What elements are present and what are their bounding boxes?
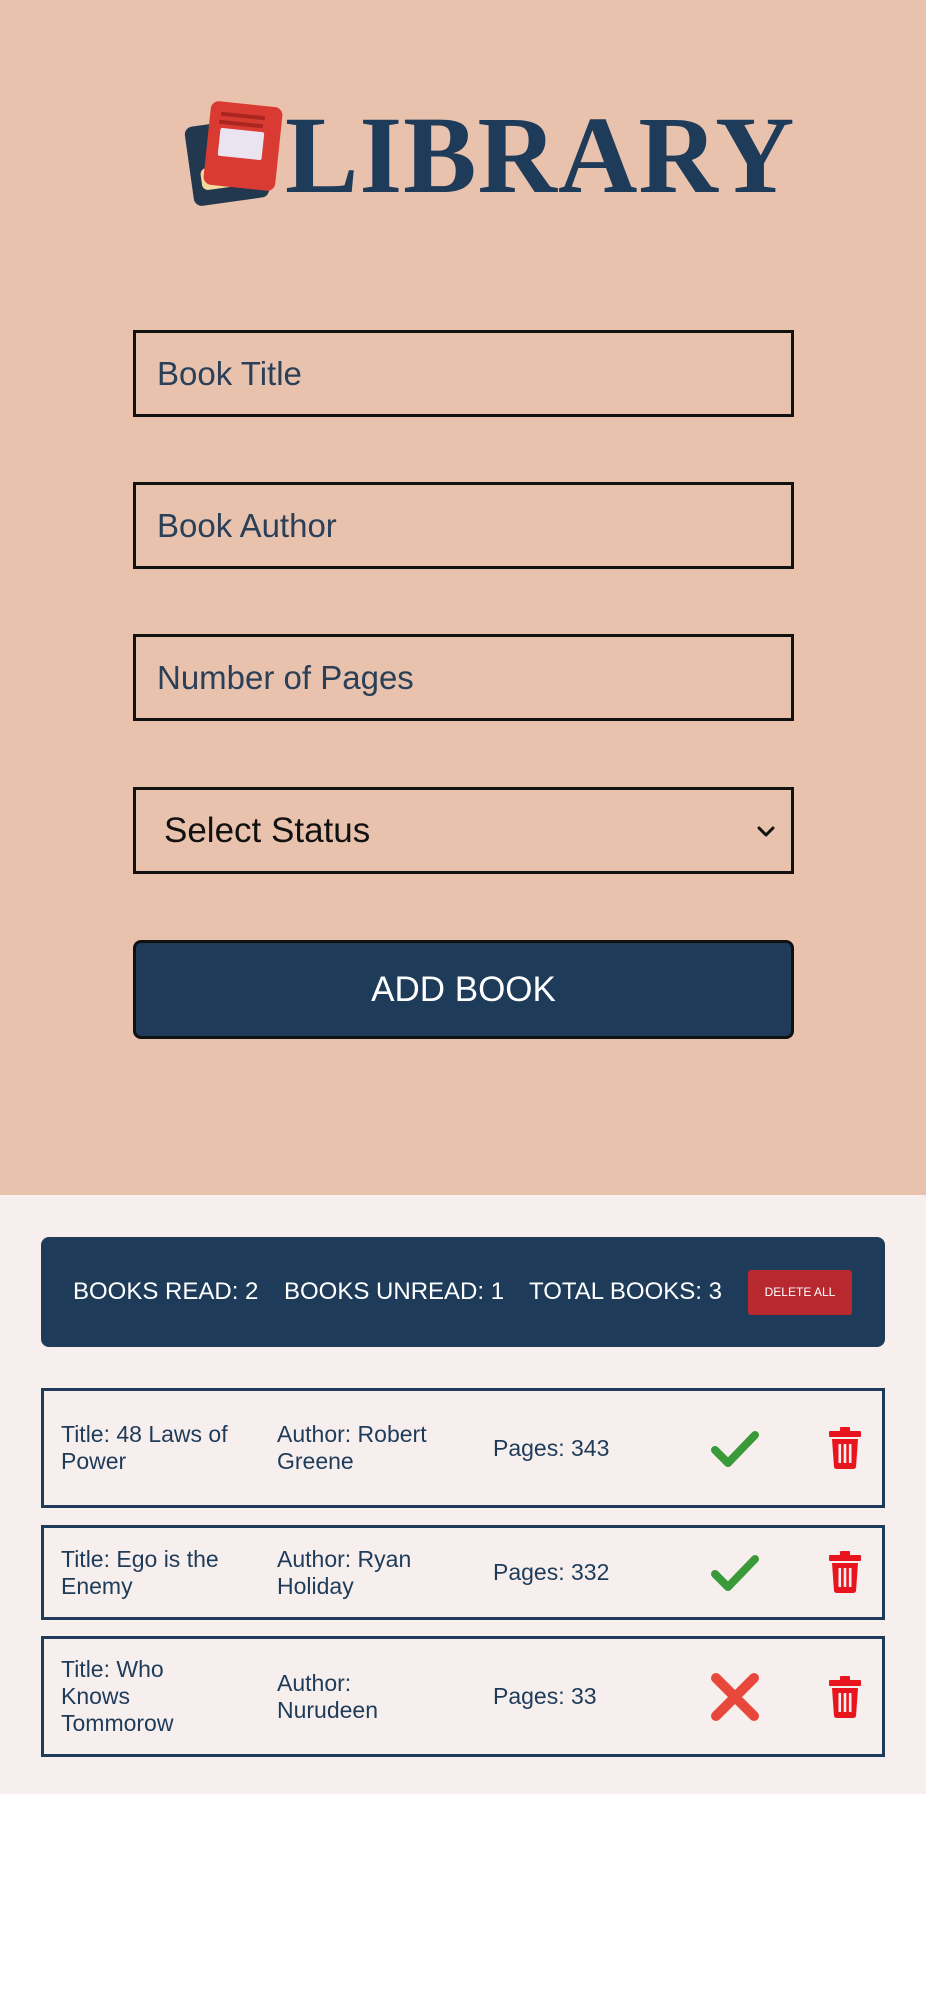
books-read-count: BOOKS READ: 2 [73,1278,259,1305]
status-select-value: Select Status [164,811,371,850]
book-pages: Pages: 332 [493,1559,610,1585]
book-card: Title: Who Knows Tommorow Author: Nurude… [41,1636,885,1757]
form-section: LIBRARY Select Status ADD BOOK [0,0,926,1195]
checkmark-icon[interactable] [709,1423,761,1475]
book-title: Title: Who Knows Tommorow [61,1656,174,1736]
book-author: Author: Robert Greene [277,1421,427,1474]
delete-all-button[interactable]: DELETE ALL [748,1270,852,1315]
book-title: Title: 48 Laws of Power [61,1421,228,1474]
total-books-count: TOTAL BOOKS: 3 [529,1278,722,1305]
header: LIBRARY [0,95,926,215]
trash-icon[interactable] [829,1676,861,1718]
book-pages: Pages: 343 [493,1434,610,1461]
book-title-input[interactable] [133,330,794,417]
x-mark-icon[interactable] [709,1671,761,1723]
book-author: Author: Nurudeen [277,1669,379,1723]
book-author: Author: Ryan Holiday [277,1545,412,1599]
checkmark-icon[interactable] [709,1547,761,1599]
book-card: Title: Ego is the Enemy Author: Ryan Hol… [41,1525,885,1620]
book-card: Title: 48 Laws of Power Author: Robert G… [41,1388,885,1508]
book-author-input[interactable] [133,482,794,569]
trash-icon[interactable] [829,1551,861,1593]
book-stack-icon [184,101,283,206]
stats-bar: BOOKS READ: 2 BOOKS UNREAD: 1 TOTAL BOOK… [41,1237,885,1347]
book-pages: Pages: 33 [493,1683,597,1709]
status-select[interactable]: Select Status [133,787,794,874]
library-section: BOOKS READ: 2 BOOKS UNREAD: 1 TOTAL BOOK… [0,1195,926,1794]
app-title: LIBRARY [285,94,796,216]
chevron-down-icon [757,826,775,837]
number-of-pages-input[interactable] [133,634,794,721]
book-title: Title: Ego is the Enemy [61,1545,219,1599]
add-book-button[interactable]: ADD BOOK [133,940,794,1039]
trash-icon[interactable] [829,1427,861,1469]
books-unread-count: BOOKS UNREAD: 1 [284,1278,505,1305]
